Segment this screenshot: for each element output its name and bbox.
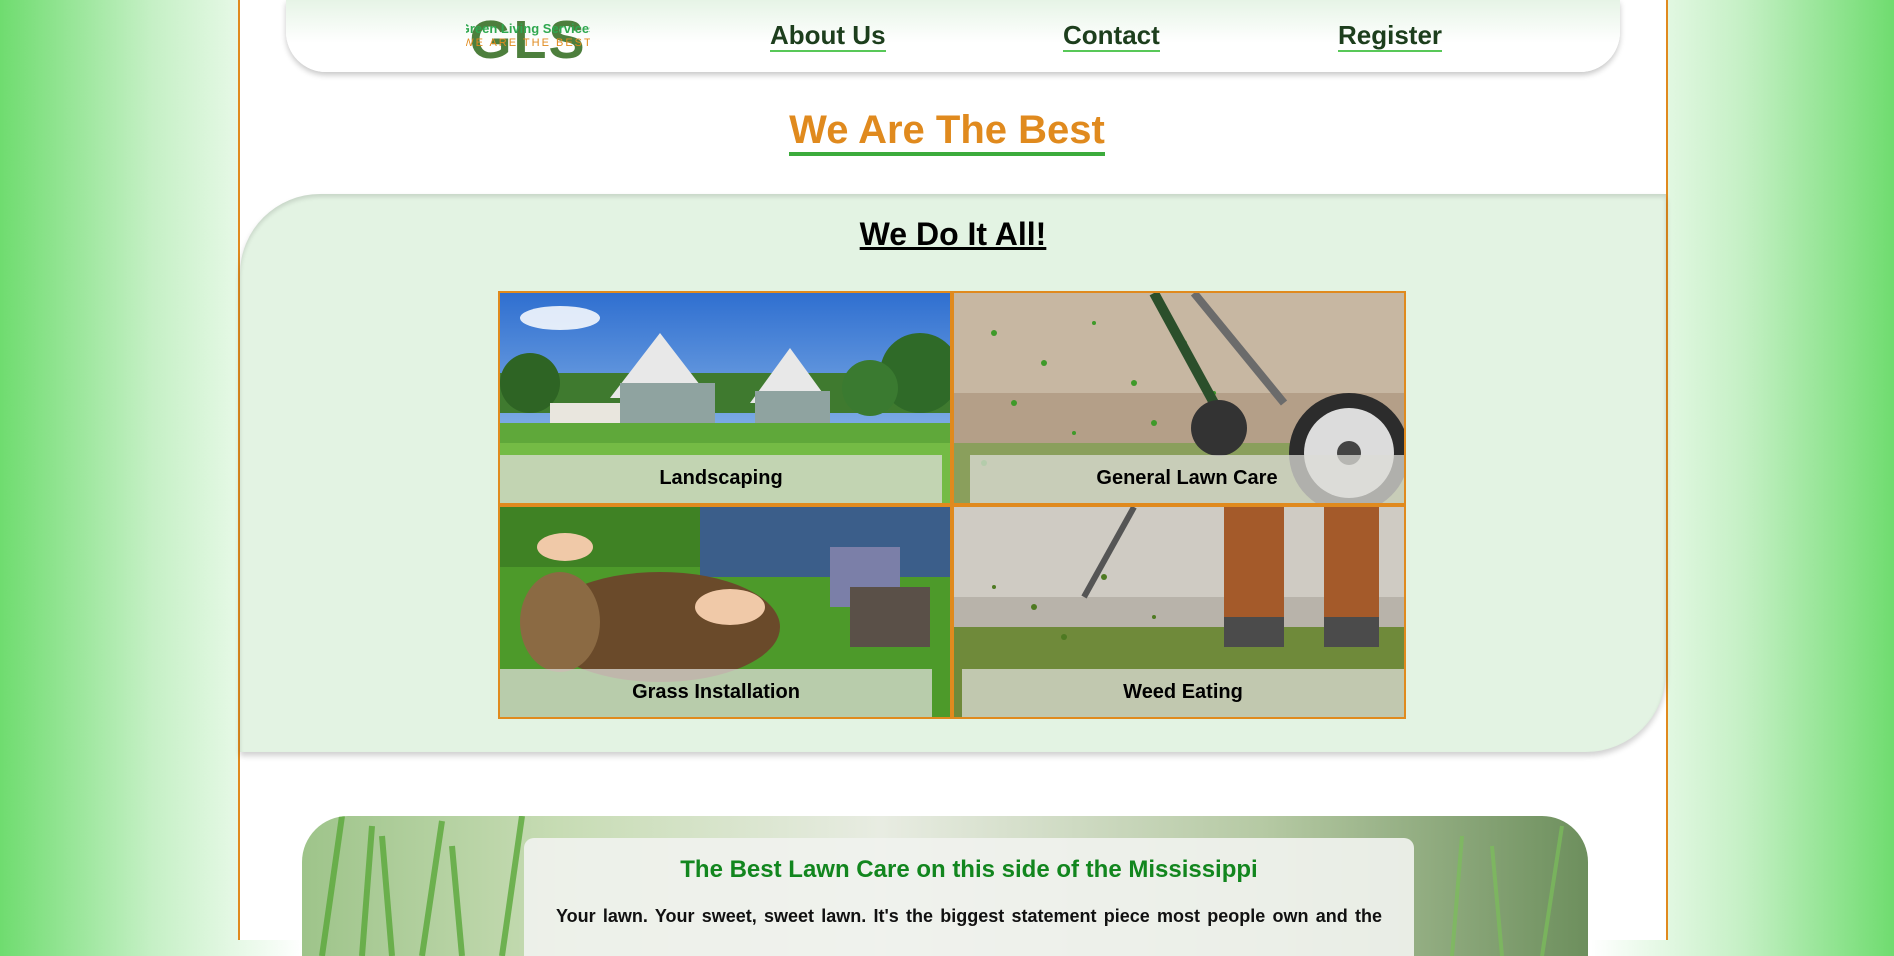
nav-about-us[interactable]: About Us xyxy=(770,20,886,52)
service-label-landscaping: Landscaping xyxy=(500,455,942,503)
services-title: We Do It All! xyxy=(240,216,1666,253)
service-label-general-lawn-care: General Lawn Care xyxy=(970,455,1404,503)
svg-text:WE ARE THE BEST: WE ARE THE BEST xyxy=(466,37,590,49)
nav-register[interactable]: Register xyxy=(1338,20,1443,52)
promo-title: The Best Lawn Care on this side of the M… xyxy=(680,856,1258,883)
services-section: We Do It All! Landscaping General Lawn C… xyxy=(240,194,1666,752)
page-headline: We Are The Best xyxy=(0,108,1894,156)
top-nav: GLS Green Living Services WE ARE THE BES… xyxy=(286,0,1620,72)
service-tile-general-lawn-care[interactable]: General Lawn Care xyxy=(954,293,1404,503)
promo-card: The Best Lawn Care on this side of the M… xyxy=(524,838,1414,956)
service-label-grass-installation: Grass Installation xyxy=(500,669,932,717)
service-label-weed-eating: Weed Eating xyxy=(962,669,1404,717)
headline-text: We Are The Best xyxy=(789,108,1105,156)
services-title-text: We Do It All! xyxy=(859,216,1047,252)
promo-banner: The Best Lawn Care on this side of the M… xyxy=(302,816,1588,956)
nav-contact[interactable]: Contact xyxy=(1063,20,1160,52)
service-tile-weed-eating[interactable]: Weed Eating xyxy=(954,507,1404,717)
service-tile-grass-installation[interactable]: Grass Installation xyxy=(500,507,950,717)
services-grid: Landscaping General Lawn Care Grass Inst… xyxy=(498,291,1406,719)
svg-text:Green Living Services: Green Living Services xyxy=(466,21,590,36)
gls-logo[interactable]: GLS Green Living Services WE ARE THE BES… xyxy=(466,8,590,64)
service-tile-landscaping[interactable]: Landscaping xyxy=(500,293,950,503)
promo-body: Your lawn. Your sweet, sweet lawn. It's … xyxy=(556,906,1382,926)
